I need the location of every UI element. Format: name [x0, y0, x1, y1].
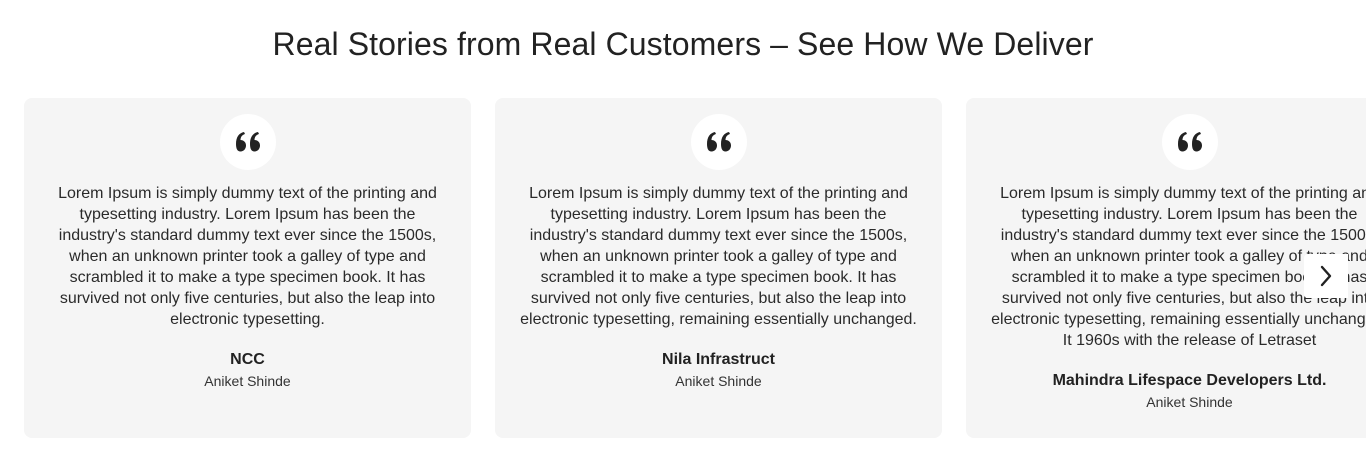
section-title: Real Stories from Real Customers – See H…	[272, 26, 1094, 62]
company-name: Nila Infrastruct	[662, 351, 775, 368]
quote-badge	[219, 114, 276, 170]
quote-icon	[1177, 132, 1202, 152]
quote-badge	[1161, 114, 1218, 170]
testimonial-text: Lorem Ipsum is simply dummy text of the …	[58, 185, 437, 328]
testimonials-section: Real Stories from Real Customers – See H…	[0, 0, 1366, 472]
company-name: NCC	[230, 351, 265, 368]
chevron-right-icon	[1320, 265, 1332, 287]
testimonial-text: Lorem Ipsum is simply dummy text of the …	[520, 185, 917, 328]
testimonial-carousel: Lorem Ipsum is simply dummy text of the …	[0, 98, 1366, 438]
company-name: Mahindra Lifespace Developers Ltd.	[1052, 372, 1327, 389]
testimonial-card: Lorem Ipsum is simply dummy text of the …	[24, 98, 471, 438]
quote-icon	[235, 132, 260, 152]
person-name: Aniket Shinde	[204, 373, 291, 389]
carousel-next-button[interactable]	[1304, 254, 1348, 298]
testimonial-card: Lorem Ipsum is simply dummy text of the …	[495, 98, 942, 438]
person-name: Aniket Shinde	[675, 373, 762, 389]
quote-icon	[706, 132, 731, 152]
person-name: Aniket Shinde	[1146, 394, 1233, 410]
quote-badge	[690, 114, 747, 170]
